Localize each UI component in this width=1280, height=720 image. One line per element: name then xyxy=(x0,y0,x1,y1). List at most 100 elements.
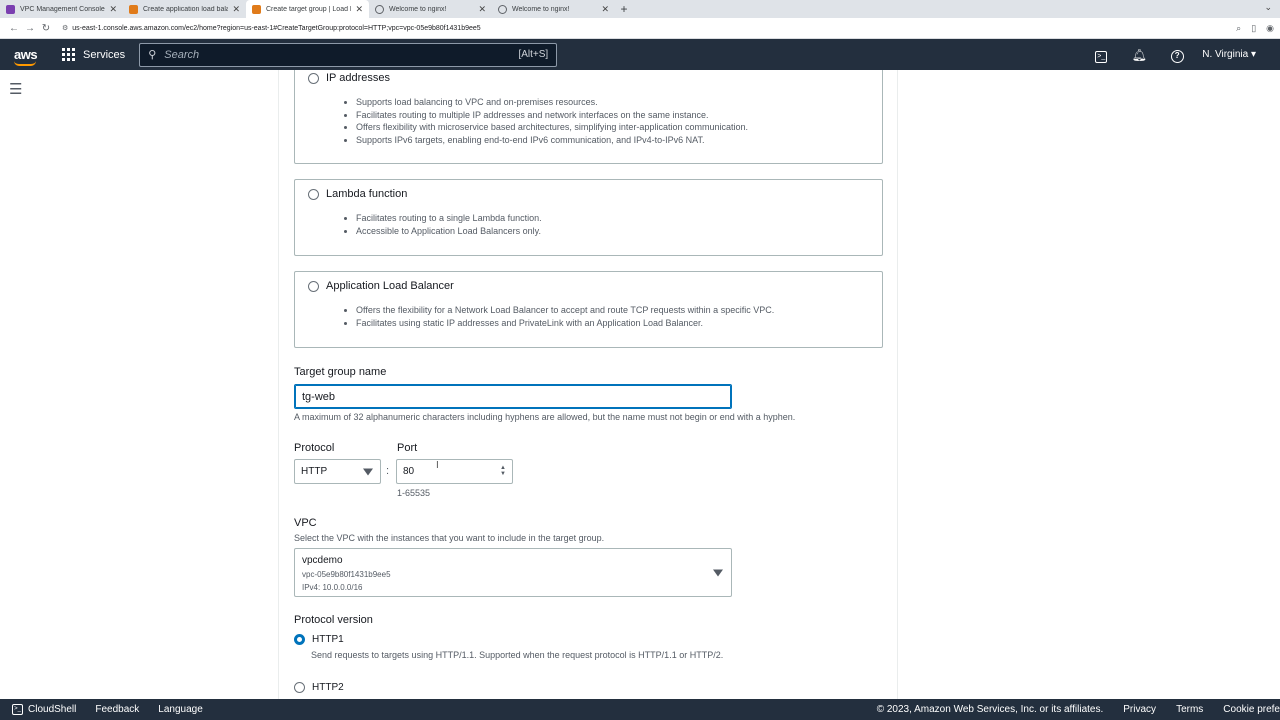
address-bar: ← → ↻ ⚙ us-east-1.console.aws.amazon.com… xyxy=(0,18,1280,39)
protocol-label: Protocol xyxy=(294,442,335,454)
vpc-help: Select the VPC with the instances that y… xyxy=(294,533,605,543)
list-item: Offers the flexibility for a Network Loa… xyxy=(356,304,774,317)
aws-smile-icon xyxy=(14,61,36,66)
caret-down-icon xyxy=(363,468,373,475)
browser-tab[interactable]: Create application load balancer ✕ xyxy=(123,0,246,18)
search-input[interactable]: ⚲ Search [Alt+S] xyxy=(139,42,558,67)
list-item: Supports load balancing to VPC and on-pr… xyxy=(356,96,748,109)
target-type-card-alb[interactable]: Application Load Balancer Offers the fle… xyxy=(294,271,883,348)
close-icon[interactable]: ✕ xyxy=(478,4,486,15)
vpc-label: VPC xyxy=(294,517,317,529)
option-title: HTTP1 xyxy=(312,634,344,645)
menu-icon[interactable]: ☰ xyxy=(9,80,22,98)
search-shortcut: [Alt+S] xyxy=(518,49,549,60)
vpc-dropdown-toggle[interactable] xyxy=(703,549,731,596)
bell-icon[interactable]: 🔔︎ xyxy=(1120,48,1158,62)
vpc-select[interactable]: vpcdemo vpc-05e9b80f1431b9ee5 IPv4: 10.0… xyxy=(294,548,732,597)
vpc-cidr: IPv4: 10.0.0.0/16 xyxy=(302,583,363,592)
target-type-option[interactable]: Application Load Balancer xyxy=(308,280,454,292)
ec2-favicon-icon xyxy=(252,4,261,14)
aws-logo[interactable]: aws xyxy=(14,47,42,66)
close-icon[interactable]: ✕ xyxy=(232,4,240,15)
http1-description: Send requests to targets using HTTP/1.1.… xyxy=(311,650,724,660)
url-field[interactable]: ⚙ us-east-1.console.aws.amazon.com/ec2/h… xyxy=(62,24,1236,33)
close-icon[interactable]: ✕ xyxy=(355,4,363,15)
target-type-card-lambda[interactable]: Lambda function Facilitates routing to a… xyxy=(294,179,883,256)
browser-tab[interactable]: Welcome to nginx! ✕ xyxy=(492,0,615,18)
aws-logo-text: aws xyxy=(14,47,38,62)
region-selector[interactable]: N. Virginia ▾ xyxy=(1202,49,1256,60)
port-input[interactable]: 80 ▲ ▼ xyxy=(396,459,513,484)
list-item: Offers flexibility with microservice bas… xyxy=(356,121,748,134)
cloudshell-button[interactable]: >_ CloudShell xyxy=(12,704,76,715)
list-item: Facilitates routing to multiple IP addre… xyxy=(356,109,748,122)
sidebar-icon[interactable]: ▯ xyxy=(1251,23,1256,34)
target-group-name-label: Target group name xyxy=(294,366,387,378)
radio-button[interactable] xyxy=(294,682,305,693)
radio-button[interactable] xyxy=(308,72,319,84)
port-range-help: 1-65535 xyxy=(397,488,431,498)
search-icon: ⚲ xyxy=(148,49,157,61)
radio-button-selected[interactable] xyxy=(294,634,305,645)
url-text: us-east-1.console.aws.amazon.com/ec2/hom… xyxy=(72,24,481,32)
port-label: Port xyxy=(397,442,418,454)
console-footer: >_ CloudShell Feedback Language © 2023, … xyxy=(0,699,1280,720)
new-tab-icon[interactable]: + xyxy=(615,0,633,18)
radio-button[interactable] xyxy=(308,280,319,292)
option-title: Application Load Balancer xyxy=(326,280,454,292)
radio-button[interactable] xyxy=(308,188,319,200)
language-link[interactable]: Language xyxy=(158,704,203,715)
cookie-preferences-link[interactable]: Cookie prefe xyxy=(1223,704,1280,715)
close-icon[interactable]: ✕ xyxy=(109,4,117,15)
port-value: 80 xyxy=(403,466,415,477)
list-item: Facilitates using static IP addresses an… xyxy=(356,317,774,330)
tab-title: Create target group | Load Balancing xyxy=(266,5,351,13)
tab-title: Welcome to nginx! xyxy=(389,5,447,13)
protocol-version-http2-option[interactable]: HTTP2 xyxy=(294,682,344,693)
profile-icon[interactable]: ◉ xyxy=(1266,23,1274,34)
region-label: N. Virginia xyxy=(1202,49,1249,60)
back-arrow-icon[interactable]: ← xyxy=(6,23,22,34)
text-cursor-icon: I xyxy=(436,460,439,471)
browser-tab[interactable]: VPC Management Console ✕ xyxy=(0,0,123,18)
site-info-icon[interactable]: ⚙ xyxy=(62,24,68,32)
vpc-id: vpc-05e9b80f1431b9ee5 xyxy=(302,570,391,579)
tab-title: Create application load balancer xyxy=(143,5,229,13)
help-icon[interactable]: ? xyxy=(1158,47,1196,63)
create-target-group-form: IP addresses Supports load balancing to … xyxy=(278,70,898,699)
zoom-icon[interactable]: ⌕ xyxy=(1236,23,1241,34)
close-icon[interactable]: ✕ xyxy=(601,4,609,15)
protocol-version-label: Protocol version xyxy=(294,614,373,626)
services-menu-button[interactable]: Services xyxy=(62,48,125,61)
grid-icon xyxy=(62,48,75,61)
browser-tab-active[interactable]: Create target group | Load Balancing ✕ xyxy=(246,0,369,18)
aws-top-nav: aws Services ⚲ Search [Alt+S] >_ 🔔︎ ? N.… xyxy=(0,39,1280,70)
target-group-name-input[interactable]: tg-web xyxy=(294,384,732,409)
privacy-link[interactable]: Privacy xyxy=(1123,704,1156,715)
target-type-option[interactable]: Lambda function xyxy=(308,188,407,200)
input-value: tg-web xyxy=(302,390,336,403)
terms-link[interactable]: Terms xyxy=(1176,704,1203,715)
stepper-icon[interactable]: ▲ ▼ xyxy=(500,465,506,477)
globe-icon xyxy=(375,4,384,14)
target-type-card-ip[interactable]: IP addresses Supports load balancing to … xyxy=(294,70,883,164)
vpc-name: vpcdemo xyxy=(302,555,343,566)
reload-icon[interactable]: ↻ xyxy=(38,23,54,34)
footer-cloudshell-label: CloudShell xyxy=(28,704,77,715)
browser-tab[interactable]: Welcome to nginx! ✕ xyxy=(369,0,492,18)
list-item: Supports IPv6 targets, enabling end-to-e… xyxy=(356,134,748,147)
tab-title: Welcome to nginx! xyxy=(512,5,570,13)
vpc-favicon-icon xyxy=(6,4,15,14)
target-group-name-help: A maximum of 32 alphanumeric characters … xyxy=(294,412,796,422)
target-type-option[interactable]: IP addresses xyxy=(308,72,390,84)
feedback-link[interactable]: Feedback xyxy=(95,704,139,715)
forward-arrow-icon[interactable]: → xyxy=(22,23,38,34)
list-item: Accessible to Application Load Balancers… xyxy=(356,225,542,238)
protocol-value: HTTP xyxy=(301,466,328,477)
cloudshell-icon[interactable]: >_ xyxy=(1082,47,1120,63)
option-bullets: Offers the flexibility for a Network Loa… xyxy=(356,304,774,329)
protocol-select[interactable]: HTTP xyxy=(294,459,381,484)
services-label: Services xyxy=(83,48,126,61)
protocol-version-http1-option[interactable]: HTTP1 xyxy=(294,634,344,645)
tab-search-chevron-icon[interactable]: ⌄ xyxy=(1264,2,1272,13)
